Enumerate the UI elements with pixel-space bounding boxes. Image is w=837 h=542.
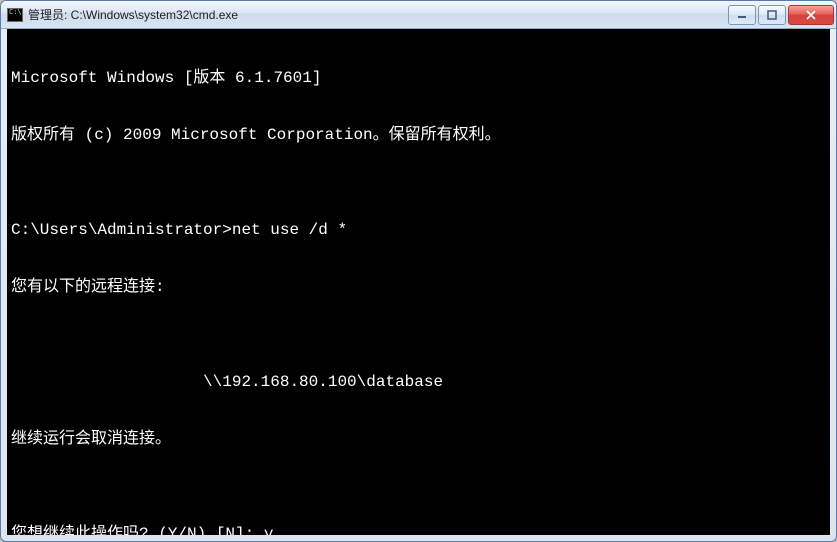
titlebar[interactable]: 管理员: C:\Windows\system32\cmd.exe [1,1,836,29]
window-title: 管理员: C:\Windows\system32\cmd.exe [28,6,726,23]
console-area[interactable]: Microsoft Windows [版本 6.1.7601] 版权所有 (c)… [7,29,830,535]
console-line: Microsoft Windows [版本 6.1.7601] [11,69,826,88]
console-output: Microsoft Windows [版本 6.1.7601] 版权所有 (c)… [11,31,826,535]
maximize-button[interactable] [758,5,786,25]
console-line: 版权所有 (c) 2009 Microsoft Corporation。保留所有… [11,126,826,145]
minimize-icon [737,10,747,20]
console-line: 您想继续此操作吗? (Y/N) [N]: y [11,525,826,535]
close-icon [805,10,817,20]
cmd-window: 管理员: C:\Windows\system32\cmd.exe Microso… [0,0,837,542]
cmd-icon [7,8,23,22]
close-button[interactable] [788,5,834,25]
window-controls [726,5,834,25]
console-line: 您有以下的远程连接: [11,278,826,297]
minimize-button[interactable] [728,5,756,25]
console-line: C:\Users\Administrator>net use /d * [11,221,826,240]
console-line: \\192.168.80.100\database [11,373,826,392]
maximize-icon [767,10,777,20]
console-line: 继续运行会取消连接。 [11,430,826,449]
